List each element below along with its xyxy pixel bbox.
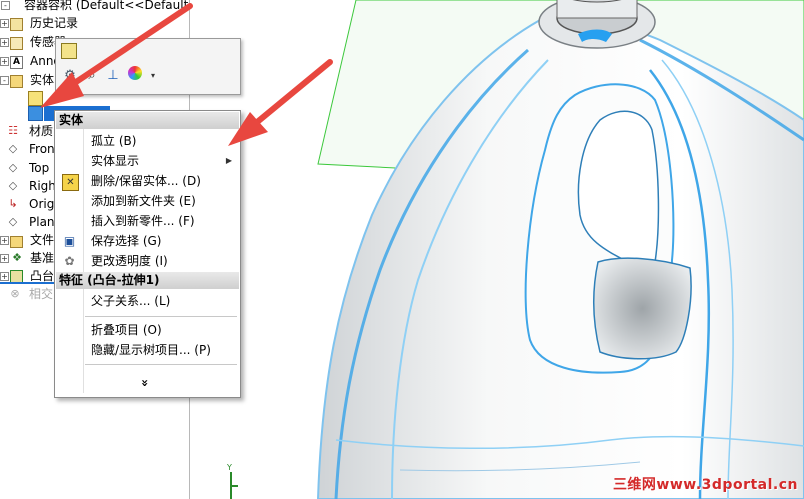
double-chevron-down-icon: » [137, 379, 152, 387]
edit-feature-icon[interactable] [61, 43, 77, 59]
svg-text:Y: Y [226, 463, 232, 472]
origin-icon: ↳ [8, 197, 18, 210]
datum-icon: ❖ [12, 251, 22, 264]
context-menu: 实体 孤立 (B) 实体显示 ▶ ✕ 删除/保留实体... (D) 添加到新文件… [54, 110, 241, 398]
intersect-icon: ⊗ [10, 287, 20, 300]
graphics-area[interactable]: Y 三维网www.3dportal.cn [190, 0, 804, 499]
expand-icon[interactable]: + [0, 236, 9, 245]
history-icon [10, 18, 23, 31]
menu-item-label: 更改透明度 (I) [91, 254, 168, 268]
menu-item-label: 折叠项目 (O) [91, 323, 162, 337]
part-icon [0, 0, 14, 12]
material-icon: ☷ [8, 124, 18, 137]
submenu-arrow-icon: ▶ [225, 156, 232, 165]
menu-item-save-selection[interactable]: ▣ 保存选择 (G) [56, 231, 239, 251]
menu-expand-button[interactable]: » [56, 373, 239, 393]
folder-icon [10, 236, 23, 248]
expand-icon[interactable]: + [0, 272, 9, 281]
delete-body-icon: ✕ [62, 174, 79, 191]
solid-bodies-folder-icon [10, 75, 23, 88]
tree-item-label: 材质 [29, 124, 54, 138]
context-toolbar: ⚙ ⌕ ⊥ ▾ [55, 38, 241, 95]
tree-item-label: 历史记录 [30, 16, 79, 30]
menu-item-label: 保存选择 (G) [91, 234, 162, 248]
menu-item-label: 插入到新零件... (F) [91, 214, 195, 228]
axis-triad-icon: Y [226, 463, 238, 499]
menu-header-body: 实体 [56, 112, 239, 129]
normal-to-icon[interactable]: ⊥ [104, 67, 122, 85]
menu-item-label: 孤立 (B) [91, 134, 137, 148]
plane-icon: ◇ [8, 142, 18, 155]
menu-item-label: 删除/保留实体... (D) [91, 174, 201, 188]
watermark: 三维网www.3dportal.cn [612, 477, 798, 493]
tree-item-label: Fron [29, 142, 55, 156]
tree-item-label: 文件 [30, 233, 55, 247]
plane-icon: ◇ [8, 179, 18, 192]
tree-item-label: 相交 [29, 287, 54, 301]
menu-item-add-to-folder[interactable]: 添加到新文件夹 (E) [56, 191, 239, 211]
bottle-model-render[interactable]: Y [190, 0, 804, 499]
chevron-down-icon[interactable]: ▾ [144, 67, 162, 85]
appearance-icon[interactable]: ⚙ [61, 67, 79, 85]
menu-header-feature: 特征 (凸台-拉伸1) [56, 272, 239, 289]
tree-item-history[interactable]: + 历史记录 [0, 14, 189, 33]
tree-item-label: Plan [29, 215, 55, 229]
save-selection-icon: ▣ [63, 234, 76, 248]
expand-icon[interactable]: + [0, 19, 9, 28]
expand-icon[interactable]: + [0, 38, 9, 47]
menu-item-isolate[interactable]: 孤立 (B) [56, 131, 239, 151]
tree-item-label: Top [29, 161, 50, 175]
menu-item-hide-show-tree-items[interactable]: 隐藏/显示树项目... (P) [56, 340, 239, 360]
collapse-icon[interactable]: - [0, 76, 9, 85]
menu-item-label: 隐藏/显示树项目... (P) [91, 343, 211, 357]
menu-separator [85, 316, 237, 317]
menu-item-parent-child[interactable]: 父子关系... (L) [56, 291, 239, 311]
menu-item-label: 添加到新文件夹 (E) [91, 194, 196, 208]
menu-item-insert-into-part[interactable]: 插入到新零件... (F) [56, 211, 239, 231]
menu-item-label: 实体显示 [91, 154, 140, 168]
annotation-icon: A [10, 56, 23, 69]
tree-item-label: Orig [29, 197, 55, 211]
menu-item-label: 父子关系... (L) [91, 294, 171, 308]
plane-icon: ◇ [8, 215, 18, 228]
selected-body-icon [28, 106, 43, 121]
expand-icon[interactable]: + [0, 57, 9, 66]
menu-item-collapse-items[interactable]: 折叠项目 (O) [56, 320, 239, 340]
color-wheel-icon[interactable] [128, 66, 142, 80]
expand-icon[interactable]: + [0, 254, 9, 263]
sensor-icon [10, 37, 23, 50]
tree-item-label: 容器容积 (Default<<Default> [24, 0, 190, 12]
menu-separator [85, 364, 237, 365]
transparency-icon: ✿ [64, 254, 75, 268]
menu-item-delete-keep-body[interactable]: ✕ 删除/保留实体... (D) [56, 171, 239, 191]
menu-item-change-transparency[interactable]: ✿ 更改透明度 (I) [56, 251, 239, 271]
menu-item-body-display[interactable]: 实体显示 ▶ [56, 151, 239, 171]
zoom-to-selection-icon[interactable]: ⌕ [83, 67, 101, 85]
tree-item-label: Righ [29, 179, 56, 193]
plane-icon: ◇ [8, 161, 18, 174]
tree-item-label: 基准 [30, 251, 55, 265]
